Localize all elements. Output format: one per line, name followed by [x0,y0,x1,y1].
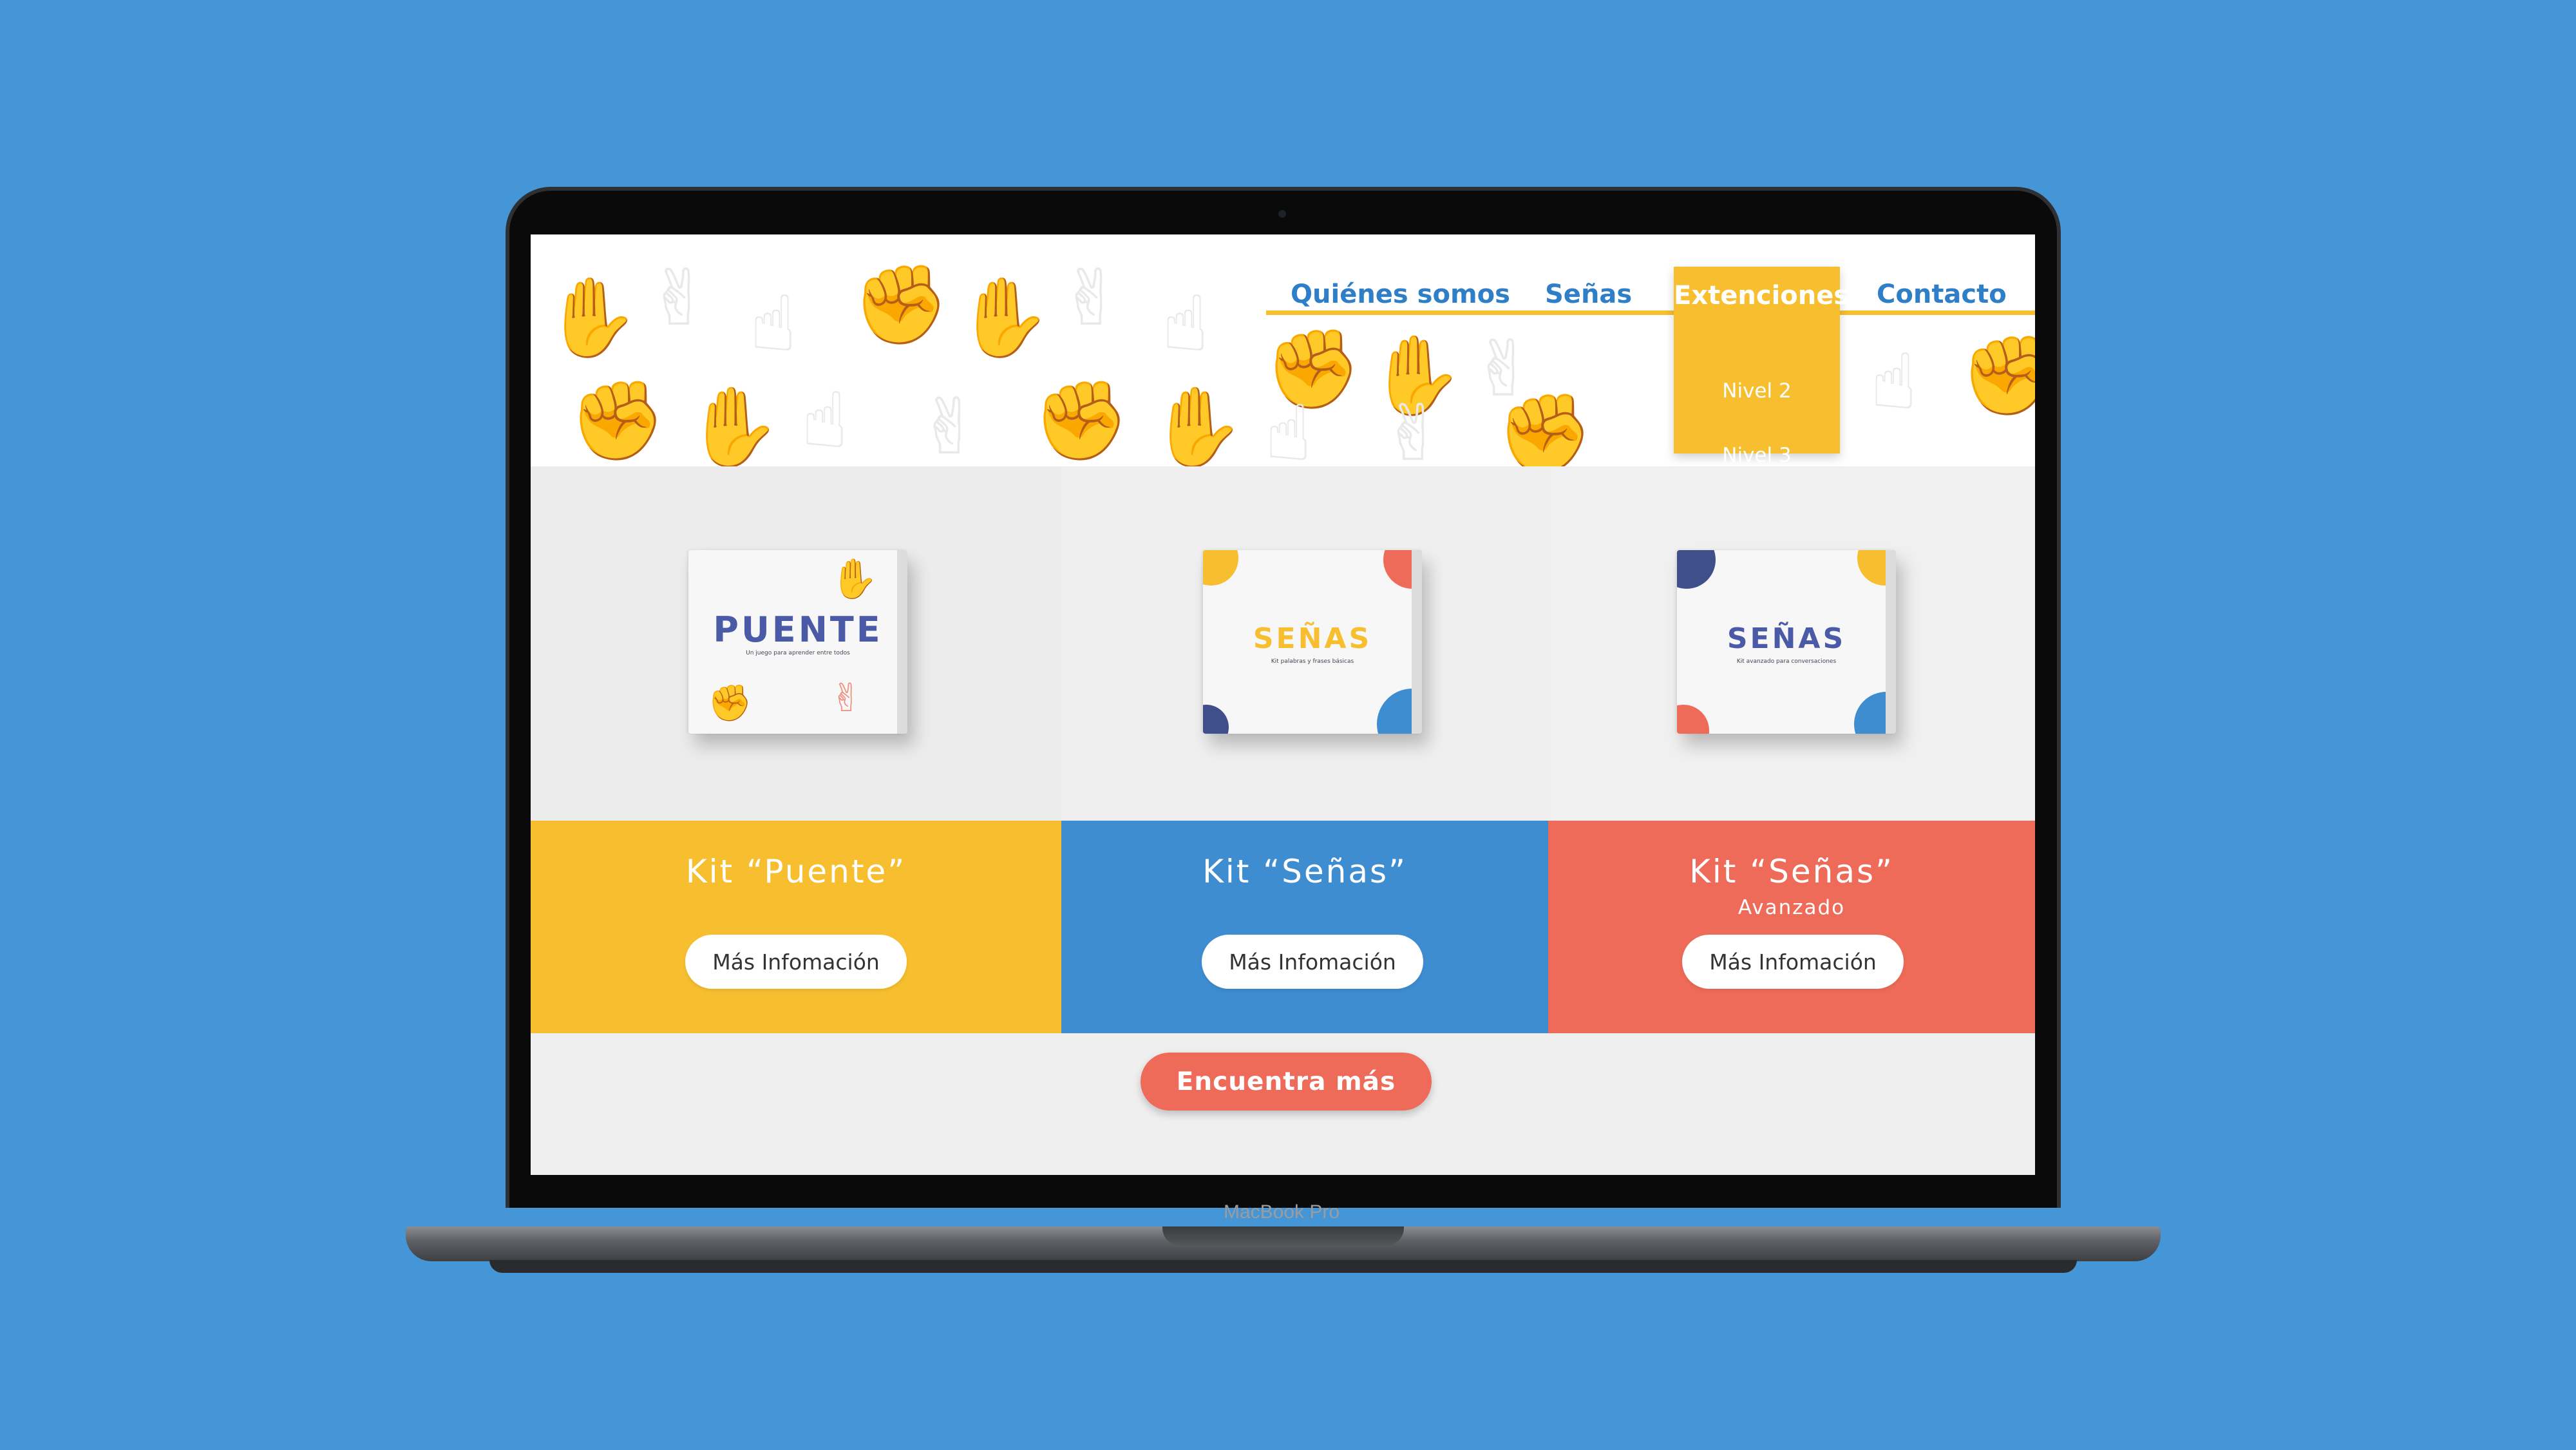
hand-sign-icon: ✊ [1960,331,2035,421]
hand-sign-icon: ✋ [830,557,878,602]
hand-sign-icon: ✌ [1059,254,1124,343]
kit-title: Kit “Puente” [685,853,907,890]
hand-sign-icon: ☝ [750,280,797,369]
kit-title: Kit “Señas” [1202,853,1407,890]
kit-card-senas: Kit “Señas” Más Infomación [1061,821,1548,1033]
nav-senas[interactable]: Señas [1545,280,1632,309]
nav-contacto[interactable]: Contacto [1877,280,2007,309]
box-subtitle: Kit avanzado para conversaciones [1736,658,1837,665]
blob [1677,705,1709,734]
hand-sign-icon: ✋ [685,383,782,466]
product-column-senas: SEÑAS Kit palabras y frases básicas [1061,466,1548,821]
hand-sign-icon: ✌ [1381,389,1446,467]
hand-sign-icon: ✌ [647,254,712,343]
kit-subtitle: Avanzado [1738,896,1846,919]
dropdown-item-nivel-3[interactable]: Nivel 3 [1674,444,1840,466]
product-box-senas-avanzado[interactable]: SEÑAS Kit avanzado para conversaciones [1677,550,1896,734]
nav-underline [1266,310,2035,315]
hand-sign-icon: ☝ [1265,389,1312,467]
nav-dropdown-extenciones[interactable]: Extenciones Nivel 2 Nivel 3 [1674,267,1849,466]
hand-sign-icon: ✊ [569,376,666,466]
product-box-puente[interactable]: ✋ ✊ ✌ PUENTE Un juego para aprender entr… [688,550,907,734]
hand-sign-icon: ☝ [1870,338,1918,427]
kit-title: Kit “Señas” [1689,853,1894,890]
laptop-screen: ✋ ✌ ☝ ✊ ✋ ✌ ☝ ✊ ✋ ✌ ☝ ✊ ✊ ✋ ☝ ✌ ✊ ✋ ☝ ✌ … [531,234,2035,1175]
nav-quienes-somos[interactable]: Quiénes somos [1291,280,1510,309]
find-more-button[interactable]: Encuentra más [1141,1053,1432,1111]
dropdown-item-nivel-2[interactable]: Nivel 2 [1674,379,1840,403]
more-info-button[interactable]: Más Infomación [685,935,907,989]
hand-sign-icon: ✊ [708,682,752,723]
box-subtitle: Kit palabras y frases básicas [1271,658,1354,665]
kit-card-puente: Kit “Puente” Más Infomación [531,821,1061,1033]
laptop-base-foot [489,1260,2077,1273]
product-column-puente: ✋ ✊ ✌ PUENTE Un juego para aprender entr… [531,466,1061,821]
more-info-button[interactable]: Más Infomación [1682,935,1904,989]
product-area: ✋ ✊ ✌ PUENTE Un juego para aprender entr… [531,466,2035,821]
hand-sign-icon: ✋ [956,273,1052,363]
box-title-senas-avanzado: SEÑAS [1727,622,1846,655]
product-box-senas[interactable]: SEÑAS Kit palabras y frases básicas [1203,550,1422,734]
product-column-senas-avanzado: SEÑAS Kit avanzado para conversaciones [1548,466,2035,821]
more-info-button[interactable]: Más Infomación [1202,935,1423,989]
hand-sign-icon: ✊ [1497,389,1593,467]
hand-sign-icon: ✊ [853,260,949,350]
hand-sign-icon: ✋ [544,273,640,363]
blob [1677,550,1716,589]
hand-sign-icon: ☝ [801,376,849,466]
blob [1203,705,1229,734]
camera-icon [1278,210,1286,218]
site-header: ✋ ✌ ☝ ✊ ✋ ✌ ☝ ✊ ✋ ✌ ☝ ✊ ✊ ✋ ☝ ✌ ✊ ✋ ☝ ✌ … [531,234,2035,466]
nav-extenciones[interactable]: Extenciones [1674,281,1849,310]
box-subtitle: Un juego para aprender entre todos [746,650,850,656]
hand-sign-icon: ✊ [1033,376,1130,466]
hand-sign-icon: ✌ [830,676,863,721]
device-label: MacBook Pro [1223,1201,1340,1223]
blob [1203,550,1238,586]
laptop-base-notch [1162,1226,1404,1246]
box-title-puente: PUENTE [713,609,883,650]
hand-sign-icon: ☝ [1162,280,1209,369]
hand-sign-icon: ✋ [1149,383,1245,466]
box-title-senas: SEÑAS [1253,622,1372,655]
hand-sign-icon: ✌ [917,383,982,466]
kit-card-senas-avanzado: Kit “Señas” Avanzado Más Infomación [1548,821,2035,1033]
